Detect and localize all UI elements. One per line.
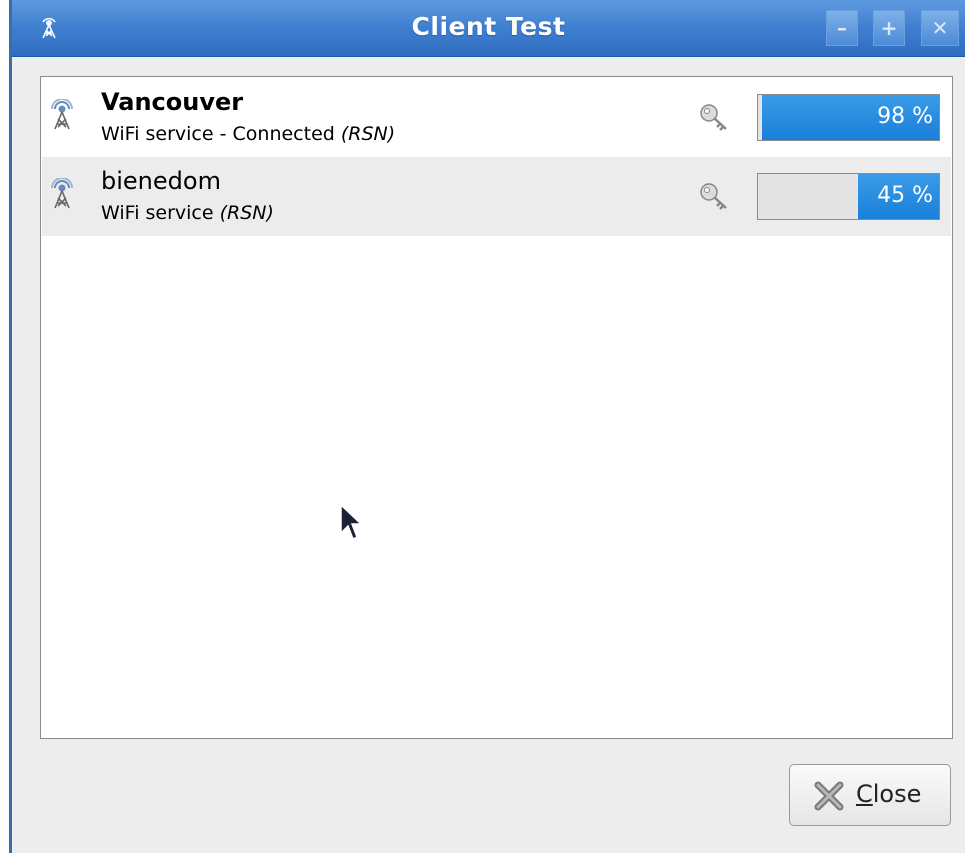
key-icon (700, 104, 727, 131)
window-close-button[interactable]: ✕ (921, 10, 959, 46)
wifi-tower-icon (51, 178, 73, 209)
network-row-vancouver[interactable]: Vancouver WiFi service - Connected (RSN)… (42, 78, 951, 157)
network-service-text: WiFi service (101, 202, 214, 224)
close-label-rest: lose (872, 780, 922, 808)
network-security: (RSN) (219, 202, 274, 224)
client-test-window: Client Test – + ✕ Vancouver WiFi service… (9, 0, 965, 853)
network-status: WiFi service - Connected (RSN) (101, 123, 395, 145)
close-mnemonic: C (856, 780, 873, 808)
signal-strength-bar: 98 % (757, 94, 940, 141)
wifi-tower-icon (51, 99, 73, 130)
network-list[interactable]: Vancouver WiFi service - Connected (RSN)… (40, 76, 953, 739)
window-title: Client Test (411, 12, 566, 41)
minimize-button[interactable]: – (826, 10, 858, 46)
network-status: WiFi service (RSN) (101, 202, 274, 224)
close-x-icon (814, 781, 844, 811)
network-service-text: WiFi service - Connected (101, 123, 335, 145)
close-button-label: Close (856, 780, 921, 808)
network-name: Vancouver (101, 88, 244, 116)
signal-strength-label: 45 % (877, 183, 933, 208)
maximize-button[interactable]: + (873, 10, 905, 46)
title-bar[interactable]: Client Test – + ✕ (12, 0, 965, 57)
network-row-bienedom[interactable]: bienedom WiFi service (RSN) 45 % (42, 157, 951, 236)
close-button[interactable]: Close (789, 764, 951, 826)
network-name: bienedom (101, 167, 221, 195)
key-icon (700, 183, 727, 210)
signal-strength-label: 98 % (877, 104, 933, 129)
signal-strength-bar: 45 % (757, 173, 940, 220)
network-security: (RSN) (340, 123, 396, 145)
mouse-cursor-icon (340, 503, 363, 541)
